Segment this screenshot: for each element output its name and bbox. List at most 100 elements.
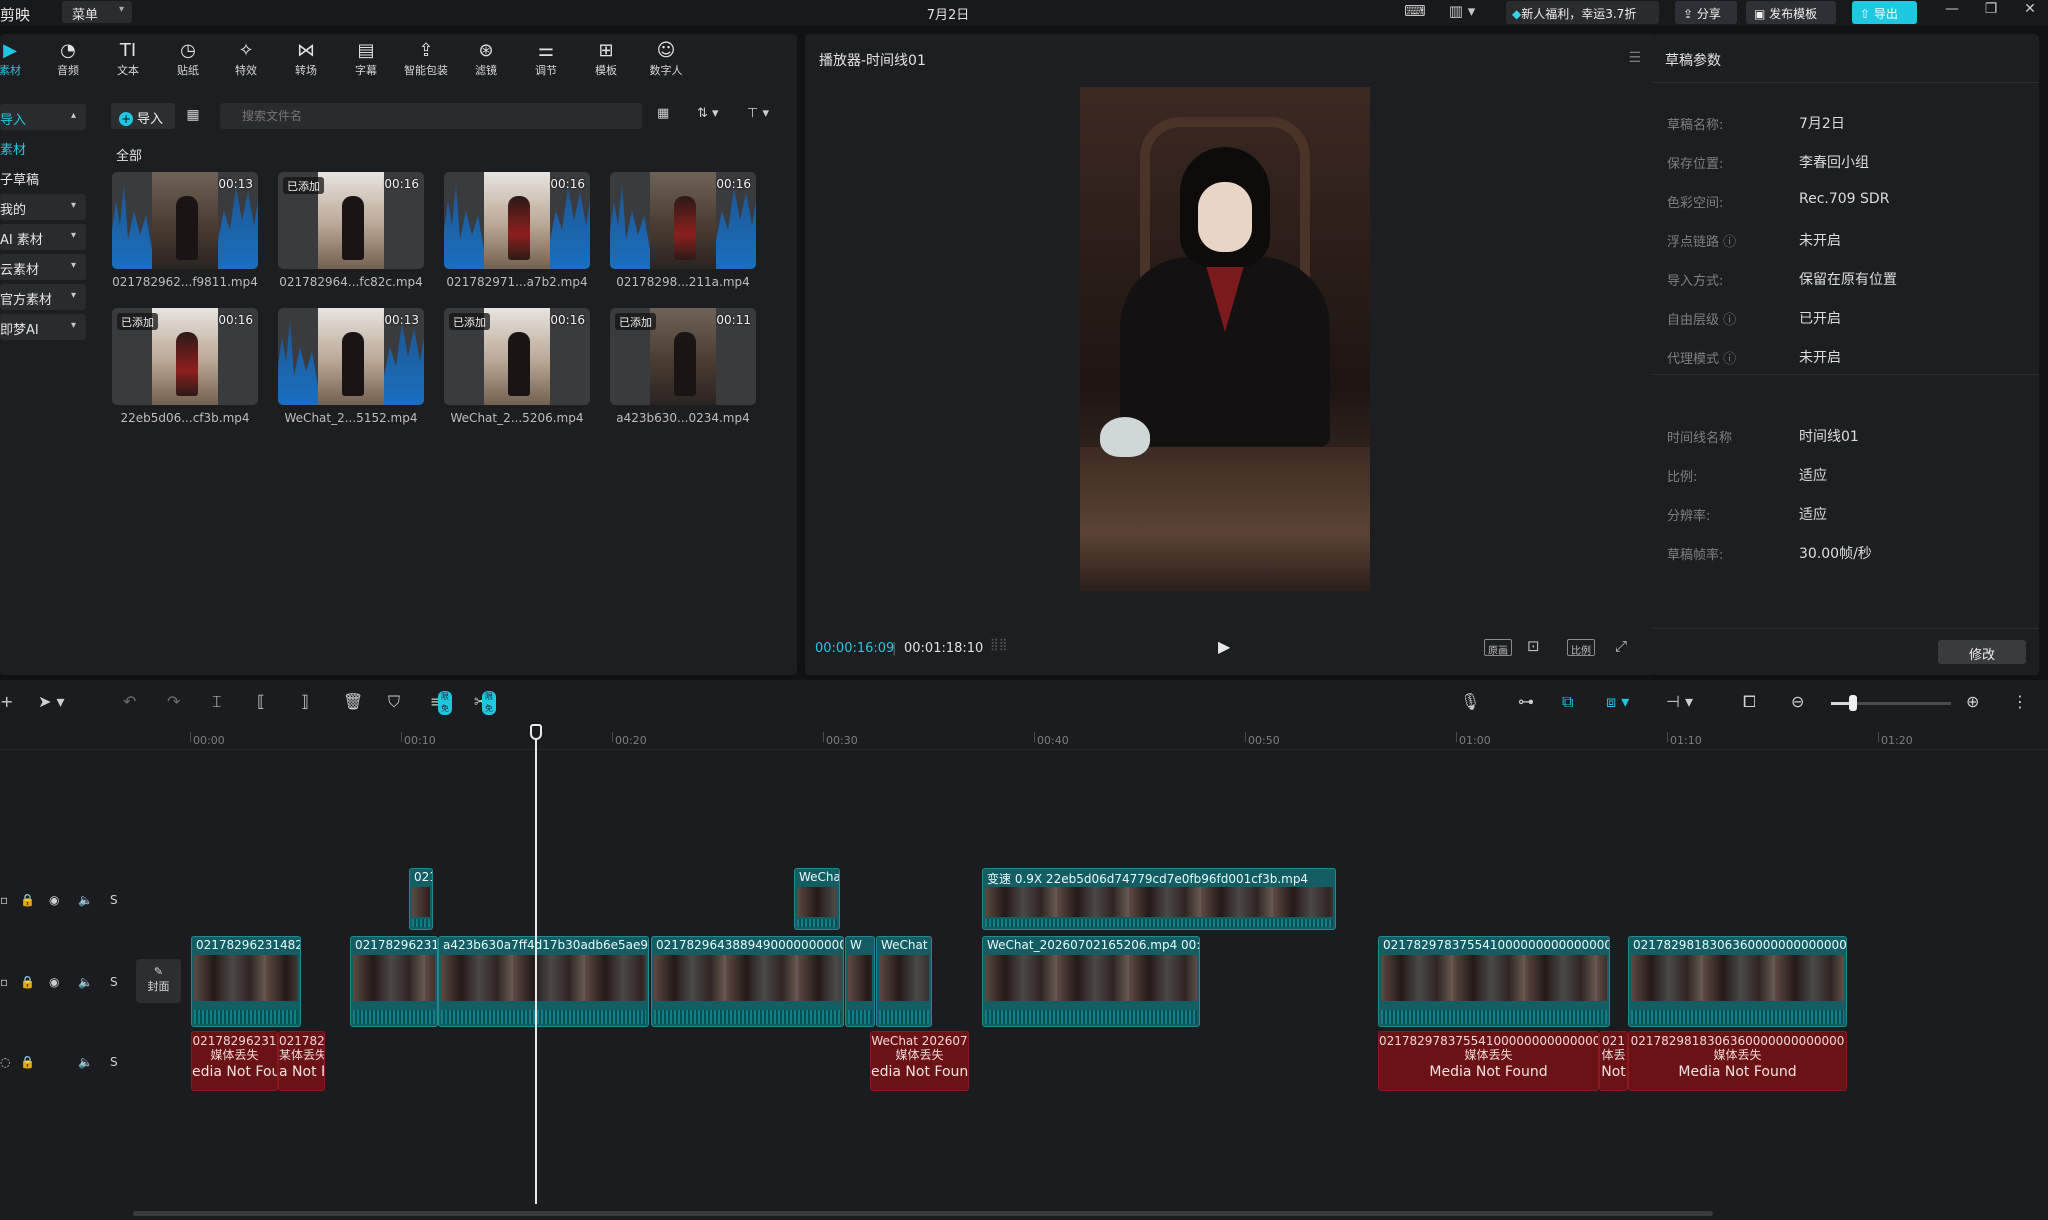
media-thumbnail[interactable]: 00:16 已添加	[112, 308, 258, 405]
undo-icon[interactable]: ↶	[123, 692, 136, 714]
media-thumbnail[interactable]: 00:11 已添加	[610, 308, 756, 405]
split-icon[interactable]: ⌶	[212, 692, 222, 714]
export-button[interactable]: ⇧ 导出	[1852, 1, 1917, 24]
zoom-in-icon[interactable]: ⊕	[1966, 692, 1979, 714]
eye-icon[interactable]: ◉	[49, 893, 59, 913]
tab-digital-human[interactable]: ☺ 数字人	[638, 40, 694, 82]
cover-button[interactable]: ✎ 封面	[136, 959, 181, 1003]
sidebar-item-jimeng-ai[interactable]: 即梦AI ▾	[0, 314, 86, 340]
fullscreen-icon[interactable]: ⤢	[1615, 637, 1627, 657]
shortcut-icon[interactable]: ⌨	[1400, 2, 1430, 22]
select-tool-icon[interactable]: ➤ ▾	[38, 692, 65, 714]
solo-button[interactable]: S	[110, 975, 118, 995]
speaker-icon[interactable]: 🔈	[78, 893, 93, 913]
link-icon[interactable]: ⊶	[1518, 692, 1534, 714]
tab-filter[interactable]: ⊛ 滤镜	[458, 40, 514, 82]
lock-icon[interactable]: 🔒	[20, 1055, 35, 1075]
main-track-clip[interactable]: 0217829818306360000000000000000	[1628, 936, 1847, 1027]
media-thumbnail[interactable]: 00:16 已添加	[444, 308, 590, 405]
sidebar-item-official[interactable]: 官方素材 ▾	[0, 284, 86, 310]
filter-icon[interactable]: ⊤ ▾	[747, 106, 769, 126]
main-track-clip[interactable]: 02178296231482	[191, 936, 301, 1027]
overlay-clip[interactable]: 变速 0.9X 22eb5d06d74779cd7e0fb96fd001cf3b…	[982, 868, 1336, 930]
media-thumbnail[interactable]: 00:13	[112, 172, 258, 269]
delete-icon[interactable]: 🗑	[343, 692, 363, 714]
main-track-clip[interactable]: WeChat_20260702165206.mp4 00:	[982, 936, 1200, 1027]
media-thumbnail[interactable]: 00:16	[610, 172, 756, 269]
publish-template-button[interactable]: ▣ 发布模板	[1746, 1, 1836, 24]
tab-audio[interactable]: ◔ 音频	[40, 40, 96, 82]
lock-icon[interactable]: 🔒	[20, 893, 35, 913]
missing-media-clip[interactable]: 021782 某体丢失 a Not F	[278, 1031, 325, 1091]
timeline-scrollbar[interactable]	[133, 1211, 1713, 1216]
overlay-clip[interactable]: 021	[409, 868, 433, 930]
sidebar-item-mine[interactable]: 我的 ▾	[0, 194, 86, 220]
speaker-icon[interactable]: 🔈	[78, 1055, 93, 1075]
sidebar-item-import[interactable]: 导入 ▴	[0, 104, 86, 130]
track-checkbox-icon[interactable]: ▫	[0, 893, 8, 913]
marker-icon[interactable]: ⛉	[388, 692, 400, 714]
preview-frame[interactable]	[1080, 87, 1370, 591]
eye-icon[interactable]: ◉	[49, 975, 59, 995]
main-track-clip[interactable]: a423b630a7ff4d17b30adb6e5ae902	[438, 936, 649, 1027]
tab-media[interactable]: ▶ 素材	[0, 40, 38, 82]
sidebar-item-sub-drafts[interactable]: 子草稿	[0, 164, 86, 190]
layout-toggle-icon[interactable]: ▦	[657, 106, 669, 126]
more-icon[interactable]: ⋮	[2012, 692, 2028, 714]
fit-view-icon[interactable]: ⧠	[1743, 692, 1756, 714]
sidebar-item-cloud[interactable]: 云素材 ▾	[0, 254, 86, 280]
missing-media-clip[interactable]: WeChat 202607 媒体丢失 edia Not Foun	[870, 1031, 969, 1091]
zoom-slider-handle[interactable]	[1849, 695, 1857, 711]
missing-media-clip[interactable]: 02178296231媒体丢失edia Not Foun	[191, 1031, 278, 1091]
main-track-clip[interactable]: 02178296231	[350, 936, 438, 1027]
original-quality-button[interactable]: 原画	[1484, 639, 1512, 657]
split-left-icon[interactable]: ⟦	[257, 692, 265, 714]
speaker-icon[interactable]: 🔈	[78, 975, 93, 995]
tab-sticker[interactable]: ◷ 贴纸	[160, 40, 216, 82]
add-track-icon[interactable]: +	[0, 692, 13, 714]
playhead-handle[interactable]	[530, 724, 542, 740]
modify-button[interactable]: 修改	[1938, 640, 2026, 664]
close-icon[interactable]: ✕	[2015, 1, 2045, 23]
sidebar-item-materials[interactable]: 素材	[0, 134, 86, 160]
main-track-clip[interactable]: 0217829643889490000000000000	[651, 936, 844, 1027]
hamburger-icon[interactable]: ☰	[1628, 50, 1641, 66]
tab-effects[interactable]: ✧ 特效	[218, 40, 274, 82]
track-checkbox-icon[interactable]: ▫	[0, 975, 8, 995]
sort-icon[interactable]: ⇅ ▾	[697, 106, 719, 126]
tab-template[interactable]: ⊞ 模板	[578, 40, 634, 82]
media-thumbnail[interactable]: 00:16 已添加	[278, 172, 424, 269]
tab-text[interactable]: TI 文本	[100, 40, 156, 82]
play-icon[interactable]: ▶	[1218, 637, 1238, 657]
search-input[interactable]	[220, 103, 642, 129]
tab-transition[interactable]: ⋈ 转场	[278, 40, 334, 82]
redo-icon[interactable]: ↷	[167, 692, 180, 714]
tab-smart-package[interactable]: ⇪ 智能包装	[398, 40, 454, 82]
media-thumbnail[interactable]: 00:13	[278, 308, 424, 405]
sidebar-item-ai-materials[interactable]: AI 素材 ▾	[0, 224, 86, 250]
main-track-clip[interactable]: W	[845, 936, 875, 1027]
solo-button[interactable]: S	[110, 1055, 118, 1075]
layout-icon[interactable]: ▥ ▾	[1440, 2, 1484, 22]
ratio-button[interactable]: 比例	[1567, 639, 1595, 657]
missing-media-clip[interactable]: 02178297837554100000000000000 媒体丢失 Media N…	[1378, 1031, 1599, 1091]
minimize-icon[interactable]: —	[1937, 1, 1967, 23]
microphone-icon[interactable]: 🎙	[1460, 692, 1480, 714]
promo-banner[interactable]: ◆新人福利，幸运3.7折	[1506, 1, 1659, 24]
screenshot-icon[interactable]: ⊡	[1527, 637, 1540, 657]
media-thumbnail[interactable]: 00:16	[444, 172, 590, 269]
tab-subtitle[interactable]: ▤ 字幕	[338, 40, 394, 82]
import-button[interactable]: + 导入	[111, 103, 175, 129]
missing-media-clip[interactable]: 0217829818306360000000000000 媒体丢失 Media No…	[1628, 1031, 1847, 1091]
magnet-icon[interactable]: ⧉	[1562, 692, 1573, 714]
missing-media-clip[interactable]: 021 体丢 Not	[1599, 1031, 1628, 1091]
time-ruler[interactable]: 00:00 00:10 00:20 00:30 00:40 00:50 01:00 01:10…	[0, 724, 2048, 750]
auto-subtitle-icon[interactable]: ≡ 限免	[430, 691, 452, 715]
lock-icon[interactable]: 🔒	[20, 975, 35, 995]
preview-axis-icon[interactable]: ⊣ ▾	[1666, 692, 1693, 714]
restore-icon[interactable]: ❐	[1976, 1, 2006, 23]
share-button[interactable]: ⇪ 分享	[1675, 1, 1737, 24]
split-right-icon[interactable]: ⟧	[301, 692, 309, 714]
overlay-clip[interactable]: WeCha	[794, 868, 840, 930]
track-checkbox-icon[interactable]: ◌	[0, 1055, 10, 1075]
